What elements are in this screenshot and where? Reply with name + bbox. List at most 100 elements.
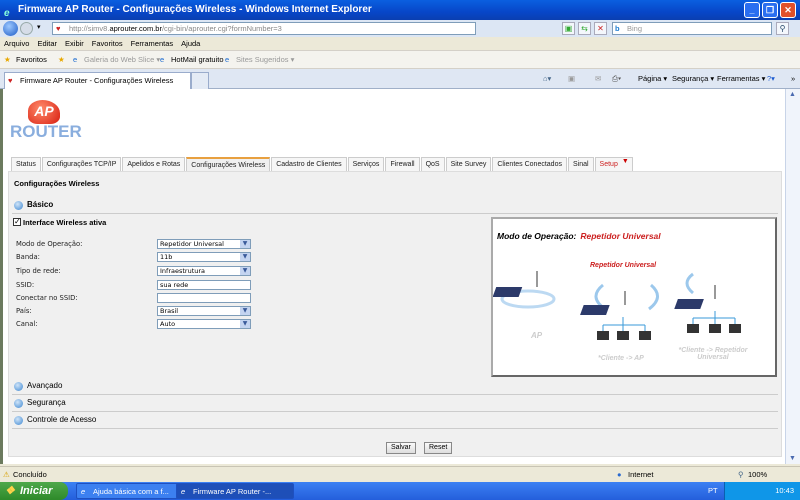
scroll-up-icon[interactable]: ▲ <box>789 91 796 98</box>
favorites-bar: ★ Favoritos ★ e Galeria do Web Slice ▾ e… <box>0 51 800 69</box>
tab-apelidos-rotas[interactable]: Apelidos e Rotas <box>122 157 186 171</box>
bing-icon: b <box>615 24 620 33</box>
expand-icon <box>14 399 23 408</box>
reset-button[interactable]: Reset <box>424 442 453 454</box>
label-banda: Banda: <box>16 253 40 261</box>
title-bar: e Firmware AP Router - Configurações Wir… <box>0 0 800 20</box>
more-icon[interactable]: » <box>791 69 795 89</box>
save-button[interactable]: Salvar <box>386 442 416 454</box>
chevron-down-icon: ▼ <box>240 320 250 328</box>
canal-select[interactable]: Auto ▼ <box>157 319 251 329</box>
fav-web-slice[interactable]: Galeria do Web Slice ▾ <box>84 51 160 69</box>
client-pc-icon <box>639 331 651 340</box>
language-indicator[interactable]: PT <box>708 482 718 500</box>
client-repeater-label: *Cliente -> Repetidor Universal <box>678 347 748 361</box>
tab-firewall[interactable]: Firewall <box>385 157 420 171</box>
page-menu[interactable]: Página ▾ <box>638 69 667 89</box>
minimize-button[interactable]: _ <box>744 2 760 18</box>
new-tab-button[interactable] <box>191 72 209 89</box>
search-button[interactable]: ⚲ <box>776 22 789 35</box>
browser-tab-row: ♥ Firmware AP Router - Configurações Wir… <box>0 69 800 89</box>
ap-label: AP <box>531 331 543 340</box>
label-tipo-rede: Tipo de rede: <box>16 267 61 275</box>
zoom-icon: ⚲ <box>738 470 744 479</box>
section-avancado[interactable]: Avançado <box>12 379 778 395</box>
chevron-down-icon: ▼ <box>240 267 250 275</box>
ie-icon: e <box>81 487 86 496</box>
zoom-level[interactable]: 100% <box>748 467 767 483</box>
browser-tab-active[interactable]: ♥ Firmware AP Router - Configurações Wir… <box>4 72 191 89</box>
section-controle-acesso[interactable]: Controle de Acesso <box>12 413 778 429</box>
refresh-button[interactable]: ⇆ <box>578 22 591 35</box>
menu-ajuda[interactable]: Ajuda <box>177 37 204 51</box>
tab-sinal[interactable]: Sinal <box>567 157 594 171</box>
site-favicon: ♥ <box>56 24 61 33</box>
fav-sites-sugeridos[interactable]: Sites Sugeridos ▾ <box>236 51 294 69</box>
vertical-scrollbar[interactable]: ▲ ▼ <box>785 89 800 464</box>
menu-favoritos[interactable]: Favoritos <box>88 37 127 51</box>
tipo-rede-select[interactable]: Infraestrutura ▼ <box>157 266 251 276</box>
repeater-router-icon <box>580 305 610 315</box>
chevron-down-icon: ▼ <box>240 253 250 261</box>
address-input[interactable]: ♥ http://simv8.aprouter.com.br/cgi-bin/a… <box>52 22 476 35</box>
forward-button[interactable] <box>20 22 33 35</box>
feeds-icon[interactable]: ▣ <box>568 69 575 89</box>
tab-status[interactable]: Status <box>11 157 41 171</box>
ssid-input[interactable]: sua rede <box>157 280 251 290</box>
menu-arquivo[interactable]: Arquivo <box>0 37 33 51</box>
tab-clientes-conectados[interactable]: Clientes Conectados <box>492 157 567 171</box>
restore-button[interactable]: ❐ <box>762 2 778 18</box>
client-pc-icon <box>687 324 699 333</box>
windows-logo-icon: ❖ <box>5 485 15 497</box>
section-seguranca[interactable]: Segurança <box>12 396 778 412</box>
pais-select[interactable]: Brasil ▼ <box>157 306 251 316</box>
stop-button[interactable]: ✕ <box>594 22 607 35</box>
security-zone: Internet <box>628 470 654 479</box>
banda-select[interactable]: 11b ▼ <box>157 252 251 262</box>
conectar-ssid-input[interactable] <box>157 293 251 303</box>
tab-servicos[interactable]: Serviços <box>347 157 385 171</box>
tab-tcpip[interactable]: Configurações TCP/IP <box>41 157 122 171</box>
back-button[interactable] <box>3 21 18 36</box>
security-menu[interactable]: Segurança ▾ <box>672 69 714 89</box>
search-input[interactable]: b Bing <box>612 22 772 35</box>
fav-hotmail[interactable]: HotMail gratuito <box>171 51 224 69</box>
add-favorite-icon[interactable]: ★ <box>58 51 65 69</box>
menu-ferramentas[interactable]: Ferramentas <box>127 37 178 51</box>
taskbar: ❖ Iniciar e Ajuda básica com a f... e Firmw… <box>0 482 800 500</box>
address-row: ▾ ♥ http://simv8.aprouter.com.br/cgi-bin… <box>0 20 800 37</box>
tools-menu[interactable]: Ferramentas ▾ <box>717 69 765 89</box>
globe-icon: ● <box>617 470 622 479</box>
tab-cadastro-clientes[interactable]: Cadastro de Clientes <box>271 157 347 171</box>
home-icon[interactable]: ⌂▾ <box>543 69 551 89</box>
start-button[interactable]: ❖ Iniciar <box>0 482 68 500</box>
wireless-active-checkbox[interactable]: ✓ <box>13 218 21 226</box>
menu-exibir[interactable]: Exibir <box>61 37 88 51</box>
tab-site-survey[interactable]: Site Survey <box>445 157 492 171</box>
favorites-button[interactable]: Favoritos <box>16 51 47 69</box>
menu-editar[interactable]: Editar <box>33 37 61 51</box>
tab-setup[interactable]: Setup ▼ <box>594 157 633 171</box>
section-basico[interactable]: Básico <box>12 198 778 214</box>
mail-icon[interactable]: ✉ <box>595 69 601 89</box>
print-icon[interactable]: ⎙▾ <box>612 69 621 89</box>
modo-operacao-select[interactable]: Repetidor Universal ▼ <box>157 239 251 249</box>
ap-router-icon <box>493 287 523 297</box>
dropdown-arrow-icon: ▼ <box>621 158 629 165</box>
close-button[interactable]: ✕ <box>780 2 796 18</box>
help-icon[interactable]: ?▾ <box>767 69 775 89</box>
panel-title: Configurações Wireless <box>14 179 100 188</box>
tab-qos[interactable]: QoS <box>420 157 445 171</box>
operation-mode-diagram: Modo de Operação: Repetidor Universal Rep… <box>491 217 777 377</box>
tab-wireless[interactable]: Configurações Wireless <box>186 157 271 172</box>
scroll-down-icon[interactable]: ▼ <box>789 455 796 462</box>
router-nav-tabs: Status Configurações TCP/IP Apelidos e R… <box>11 157 634 172</box>
client-ap-label: *Cliente -> AP <box>598 355 644 362</box>
system-tray: 10:43 <box>724 482 800 500</box>
taskbar-item-firmware[interactable]: e Firmware AP Router -... <box>176 483 294 499</box>
logo-router: ROUTER <box>10 122 82 141</box>
history-dropdown-icon[interactable]: ▾ <box>37 23 41 31</box>
compat-view-button[interactable]: ▣ <box>562 22 575 35</box>
client-pc-icon <box>597 331 609 340</box>
ie-icon: e <box>181 487 186 496</box>
